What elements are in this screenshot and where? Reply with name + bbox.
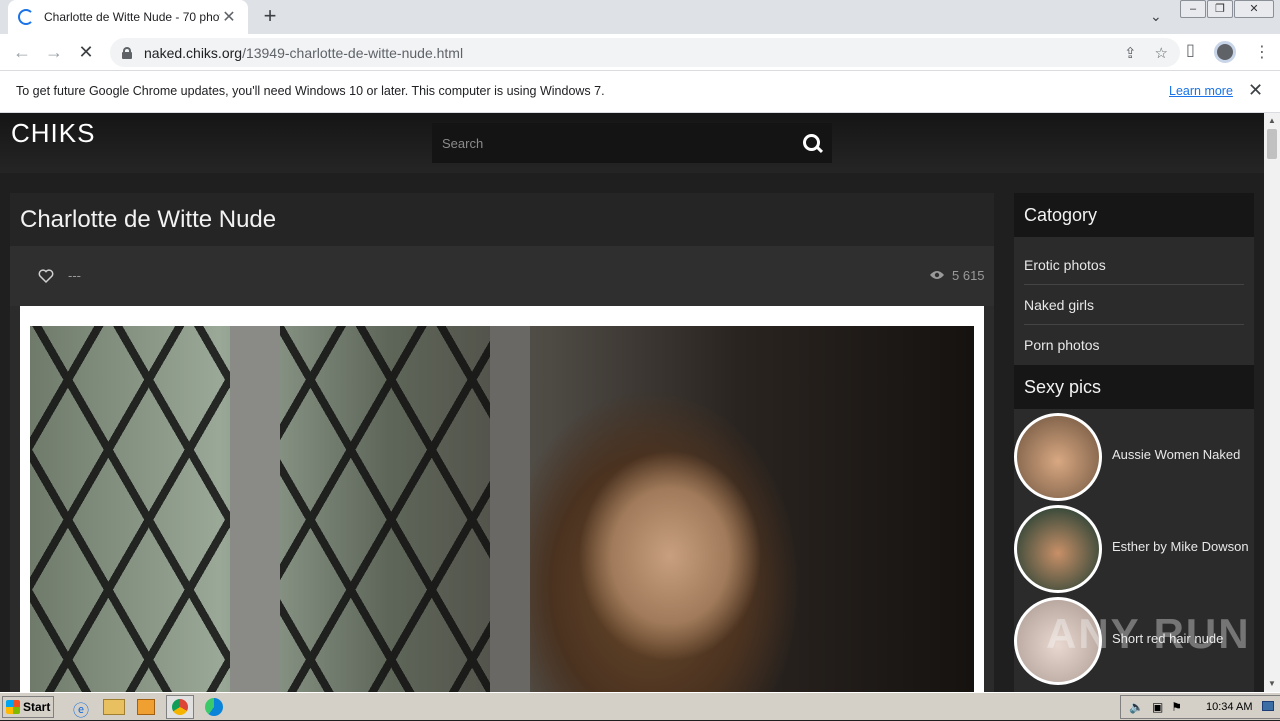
learn-more-link[interactable]: Learn more (1169, 84, 1233, 98)
photo-container (20, 306, 984, 692)
eye-icon (930, 271, 944, 279)
article-header: Charlotte de Witte Nude (10, 193, 994, 246)
main-photo[interactable] (30, 326, 974, 692)
edge-icon[interactable] (205, 698, 223, 716)
heart-icon[interactable] (38, 268, 54, 284)
pic-thumbnail[interactable] (1014, 505, 1102, 593)
web-page: CHIKS Charlotte de Witte Nude --- 5 615 (0, 113, 1264, 692)
article: Charlotte de Witte Nude --- 5 615 (10, 193, 994, 692)
chrome-icon (172, 699, 188, 715)
search-icon[interactable] (792, 123, 832, 163)
sexy-pics-heading: Sexy pics (1014, 365, 1254, 409)
view-count: 5 615 (952, 268, 985, 283)
site-header: CHIKS (0, 113, 1264, 173)
loading-spinner-icon (18, 9, 34, 25)
url-path: /13949-charlotte-de-witte-nude.html (242, 44, 464, 61)
scroll-down-icon[interactable]: ▼ (1268, 679, 1276, 688)
chrome-taskbar-button[interactable] (166, 695, 194, 719)
pic-label[interactable]: Esther by Mike Dowson (1112, 539, 1249, 554)
page-title: Charlotte de Witte Nude (20, 206, 277, 233)
window-post (490, 326, 530, 692)
category-link-porn-photos[interactable]: Porn photos (1024, 325, 1244, 365)
address-bar[interactable]: naked.chiks.org/13949-charlotte-de-witte… (110, 38, 1180, 67)
side-panel-icon[interactable]: ▯ (1186, 40, 1195, 60)
infobar-close-icon[interactable]: ✕ (1248, 80, 1263, 101)
show-desktop-icon[interactable] (1262, 701, 1274, 711)
lock-icon[interactable] (122, 46, 132, 59)
media-player-icon[interactable] (137, 699, 155, 715)
pic-item[interactable]: Esther by Mike Dowson (1014, 501, 1254, 593)
menu-kebab-icon[interactable]: ⋮ (1254, 42, 1270, 62)
category-link-erotic-photos[interactable]: Erotic photos (1024, 245, 1244, 285)
new-tab-button[interactable]: + (258, 5, 282, 29)
search-form (432, 123, 832, 163)
tab-title: Charlotte de Witte Nude - 70 photo (44, 10, 220, 24)
category-link-naked-girls[interactable]: Naked girls (1024, 285, 1244, 325)
search-input[interactable] (432, 123, 792, 163)
site-logo[interactable]: CHIKS (11, 118, 95, 149)
category-heading: Catogory (1014, 193, 1254, 237)
infobar-message: To get future Google Chrome updates, you… (16, 84, 605, 98)
category-list: Erotic photos Naked girls Porn photos (1014, 237, 1254, 365)
close-window-button[interactable]: ✕ (1234, 0, 1274, 18)
internet-explorer-icon[interactable]: ⓔ (70, 697, 92, 720)
pic-thumbnail[interactable] (1014, 413, 1102, 501)
back-arrow-icon[interactable]: ← (9, 40, 35, 66)
article-meta: --- 5 615 (10, 246, 994, 306)
browser-tab[interactable]: Charlotte de Witte Nude - 70 photo ✕ (8, 0, 248, 34)
stop-loading-icon[interactable]: ✕ (73, 40, 99, 66)
windows-logo-icon (6, 700, 20, 714)
pic-item[interactable]: Aussie Women Naked (1014, 409, 1254, 501)
tab-close-icon[interactable]: ✕ (220, 7, 238, 27)
system-tray: 🔈 ▣ ⚑ (1120, 695, 1280, 719)
rating-value: --- (68, 268, 81, 283)
volume-icon[interactable]: 🔈 (1129, 700, 1144, 714)
update-infobar: To get future Google Chrome updates, you… (0, 71, 1280, 113)
minimize-button[interactable]: ‒ (1180, 0, 1206, 18)
pic-label[interactable]: Aussie Women Naked (1112, 447, 1240, 462)
url-host: naked.chiks.org (144, 44, 243, 61)
profile-avatar-icon[interactable] (1214, 41, 1236, 63)
clock[interactable]: 10:34 AM (1206, 701, 1252, 713)
flag-icon[interactable]: ⚑ (1171, 700, 1182, 714)
url-text[interactable]: naked.chiks.org/13949-charlotte-de-witte… (144, 45, 1106, 61)
forward-arrow-icon[interactable]: → (41, 40, 67, 66)
file-explorer-icon[interactable] (103, 699, 125, 715)
start-label: Start (23, 700, 51, 714)
network-icon[interactable]: ▣ (1152, 700, 1163, 714)
scroll-up-icon[interactable]: ▲ (1268, 116, 1276, 125)
page-scrollbar[interactable]: ▲ ▼ (1264, 113, 1280, 692)
anyrun-watermark: ANY RUN (1046, 610, 1251, 657)
window-controls: ‒ ❐ ✕ (1179, 0, 1274, 18)
window-post (230, 326, 280, 692)
bookmark-star-icon[interactable]: ☆ (1155, 44, 1168, 62)
browser-toolbar: ← → ✕ naked.chiks.org/13949-charlotte-de… (0, 34, 1280, 71)
tab-search-chevron-icon[interactable]: ⌄ (1150, 8, 1162, 25)
share-icon[interactable]: ⇪ (1124, 44, 1137, 62)
windows-taskbar: Start ⓔ 🔈 ▣ ⚑ 10:34 AM (0, 692, 1280, 720)
start-button[interactable]: Start (2, 696, 54, 718)
scrollbar-thumb[interactable] (1267, 129, 1277, 159)
tab-strip: Charlotte de Witte Nude - 70 photo ✕ + ⌄… (0, 0, 1280, 34)
restore-button[interactable]: ❐ (1207, 0, 1233, 18)
